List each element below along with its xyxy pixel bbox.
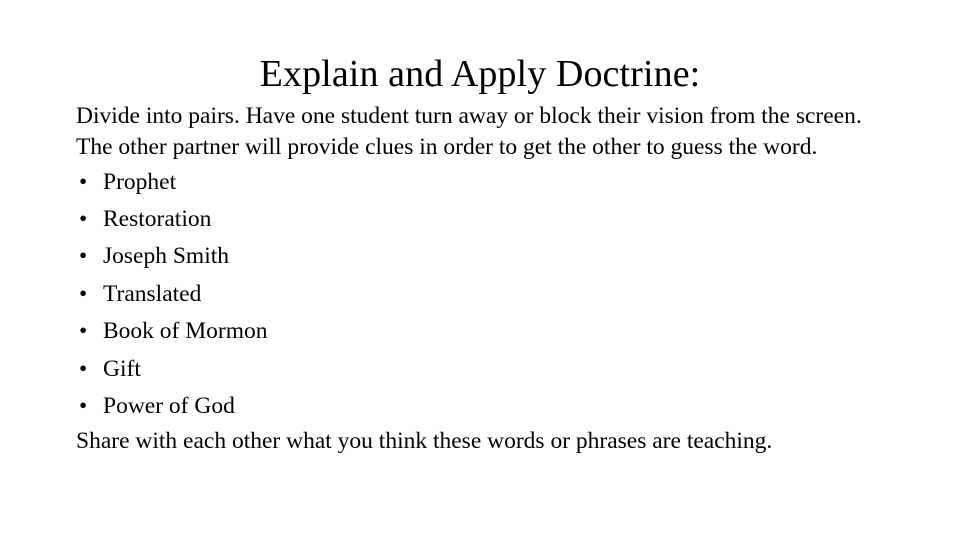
list-item: • Power of God: [76, 388, 888, 425]
list-item-label: Joseph Smith: [103, 243, 230, 270]
list-item-label: Translated: [103, 280, 202, 307]
closing-paragraph: Share with each other what you think the…: [76, 428, 773, 455]
bullet-dot-icon: •: [79, 168, 88, 195]
list-item: • Restoration: [76, 201, 888, 238]
list-item-label: Power of God: [103, 393, 235, 420]
bullet-dot-icon: •: [79, 206, 88, 232]
list-item: • Joseph Smith: [76, 238, 888, 275]
bullet-dot-icon: •: [79, 280, 88, 307]
list-item-label: Book of Mormon: [103, 318, 268, 345]
list-item-label: Prophet: [103, 168, 177, 195]
list-item: • Gift: [76, 351, 888, 388]
page-title: Explain and Apply Doctrine:: [259, 53, 701, 96]
list-item-label: Gift: [103, 355, 141, 382]
slide-canvas: Explain and Apply Doctrine: Divide into …: [0, 0, 960, 540]
list-item: • Prophet: [76, 164, 888, 201]
keyword-bullet-list: • Prophet • Restoration • Joseph Smith •…: [76, 164, 888, 426]
bullet-dot-icon: •: [79, 355, 88, 382]
list-item: • Translated: [76, 276, 888, 313]
list-item: • Book of Mormon: [76, 313, 888, 350]
bullet-dot-icon: •: [79, 393, 88, 420]
bullet-dot-icon: •: [79, 318, 88, 345]
slide-body-content: Divide into pairs. Have one student turn…: [76, 101, 888, 458]
bullet-dot-icon: •: [79, 243, 88, 270]
intro-paragraph: Divide into pairs. Have one student turn…: [76, 103, 874, 161]
list-item-label: Restoration: [103, 206, 212, 232]
